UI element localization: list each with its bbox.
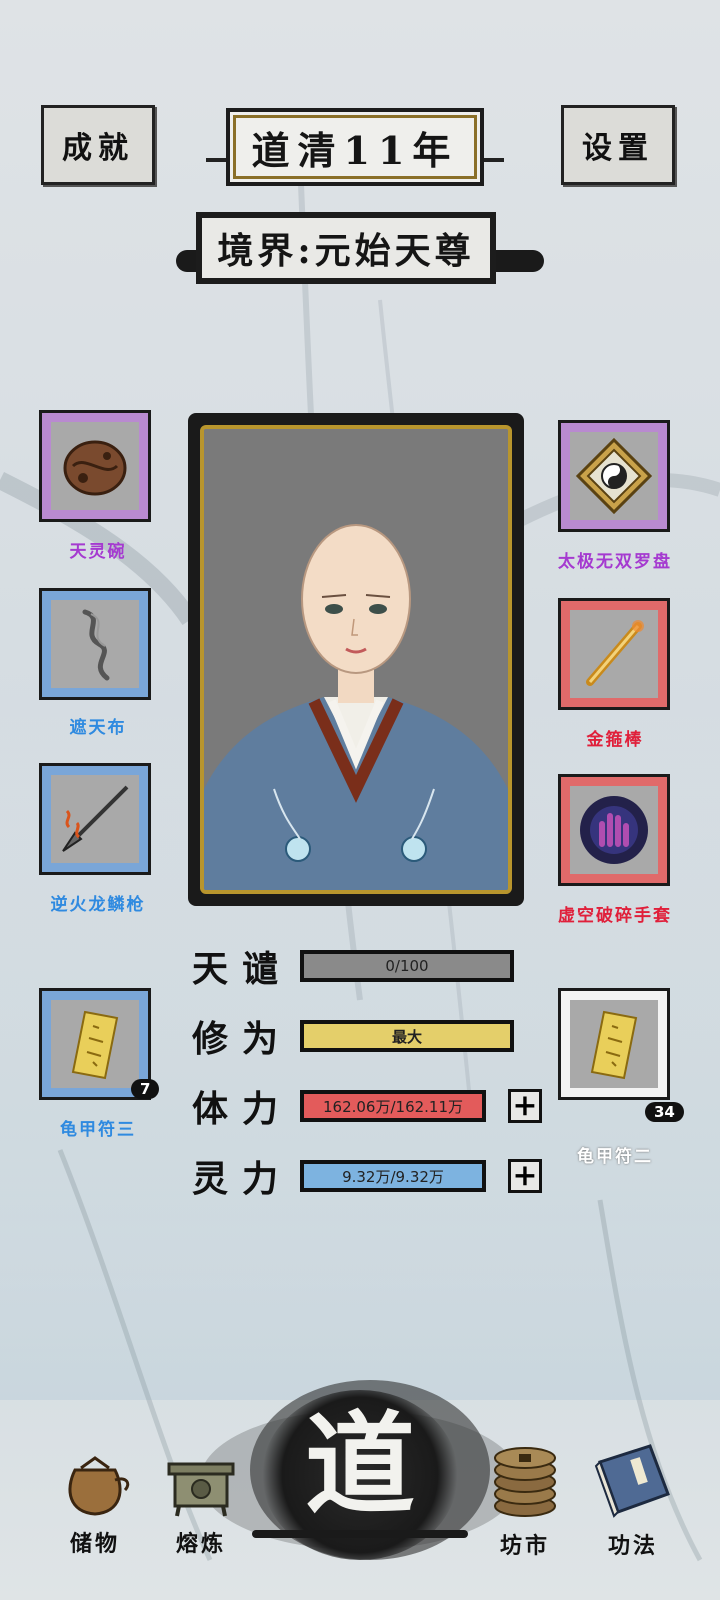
plus-icon: +: [512, 1158, 538, 1193]
equip-slot-nihuolonglinqiang[interactable]: [39, 763, 151, 875]
stat-bar-tili: 162.06万/162.11万: [300, 1090, 486, 1122]
equip-label-jingubang: 金箍棒: [586, 730, 644, 750]
stat-label-tianqian: 天谴: [192, 948, 293, 990]
glove-icon: [580, 796, 648, 864]
achievement-label: 成就: [62, 131, 134, 166]
coins-icon: [494, 1447, 556, 1517]
equip-label-zhetianbu: 遮天布: [69, 718, 127, 738]
nav-storage-label: 储物: [69, 1531, 120, 1557]
stat-value-lingli: 9.32万/9.32万: [342, 1167, 444, 1186]
stat-label-lingli: 灵力: [192, 1158, 293, 1200]
nav-skills-label: 功法: [607, 1533, 658, 1559]
spear-icon: [62, 785, 129, 852]
equip-slot-tianlingwan[interactable]: [39, 410, 151, 522]
equip-label-nihuolonglinqiang: 逆火龙鳞枪: [50, 895, 146, 915]
realm-banner: 境界:元始天尊: [176, 212, 544, 284]
compass-icon: [575, 437, 653, 515]
cloth-icon: [82, 609, 110, 681]
settings-label: 设置: [582, 131, 654, 166]
character-illustration: [204, 429, 508, 890]
nav-dao-center[interactable]: 道: [252, 1380, 468, 1570]
talisman-icon: [590, 1010, 638, 1080]
character-portrait: [200, 425, 512, 894]
stat-label-tili: 体力: [192, 1088, 293, 1130]
book-icon: [594, 1444, 670, 1518]
stat-bar-tianqian: 0/100: [300, 950, 514, 982]
equip-label-taijiluopan: 太极无双罗盘: [558, 552, 672, 572]
stat-value-tianqian: 0/100: [385, 957, 429, 975]
equip-slot-zhetianbu[interactable]: [39, 588, 151, 700]
stat-bar-lingli: 9.32万/9.32万: [300, 1160, 486, 1192]
nav-refine[interactable]: 熔炼: [146, 1450, 256, 1570]
nav-skills[interactable]: 功法: [578, 1440, 688, 1570]
nav-storage[interactable]: 储物: [40, 1450, 150, 1570]
equip-label-guijiafu-san: 龟甲符三: [60, 1120, 136, 1140]
add-tili-button[interactable]: +: [508, 1089, 542, 1123]
pouch-icon: [68, 1456, 130, 1516]
settings-button[interactable]: 设置: [561, 105, 675, 185]
year-title: 道清11年: [226, 108, 484, 186]
equip-label-tianlingwan: 天灵碗: [69, 542, 127, 562]
stat-bar-xiuwei: 最大: [300, 1020, 514, 1052]
dao-character: 道: [305, 1400, 415, 1529]
bowl-icon: [63, 440, 127, 496]
add-lingli-button[interactable]: +: [508, 1159, 542, 1193]
equip-slot-taijiluopan[interactable]: [558, 420, 670, 532]
stat-value-xiuwei: 最大: [391, 1027, 422, 1046]
equip-label-xukongposuishoutao: 虚空破碎手套: [558, 906, 672, 926]
item-count-badge: 34: [645, 1102, 684, 1122]
stat-value-tili: 162.06万/162.11万: [322, 1097, 464, 1116]
equip-slot-xukongposuishoutao[interactable]: [558, 774, 670, 886]
nav-refine-label: 熔炼: [175, 1531, 226, 1557]
equip-label-guijiafu-er: 龟甲符二: [577, 1147, 653, 1167]
talisman-icon: [71, 1010, 119, 1080]
staff-icon: [586, 620, 644, 686]
plus-icon: +: [512, 1088, 538, 1123]
cauldron-icon: [167, 1462, 235, 1517]
equip-slot-guijiafu-er[interactable]: [558, 988, 670, 1100]
realm-title: 境界:元始天尊: [196, 212, 496, 284]
stat-label-xiuwei: 修为: [192, 1018, 293, 1060]
nav-market-label: 坊市: [499, 1533, 550, 1559]
equip-slot-jingubang[interactable]: [558, 598, 670, 710]
nav-market[interactable]: 坊市: [470, 1440, 580, 1570]
achievement-button[interactable]: 成就: [41, 105, 155, 185]
character-portrait-frame: [188, 413, 524, 906]
year-title-banner: 道清11年: [206, 108, 504, 186]
item-count-badge: 7: [131, 1079, 160, 1099]
